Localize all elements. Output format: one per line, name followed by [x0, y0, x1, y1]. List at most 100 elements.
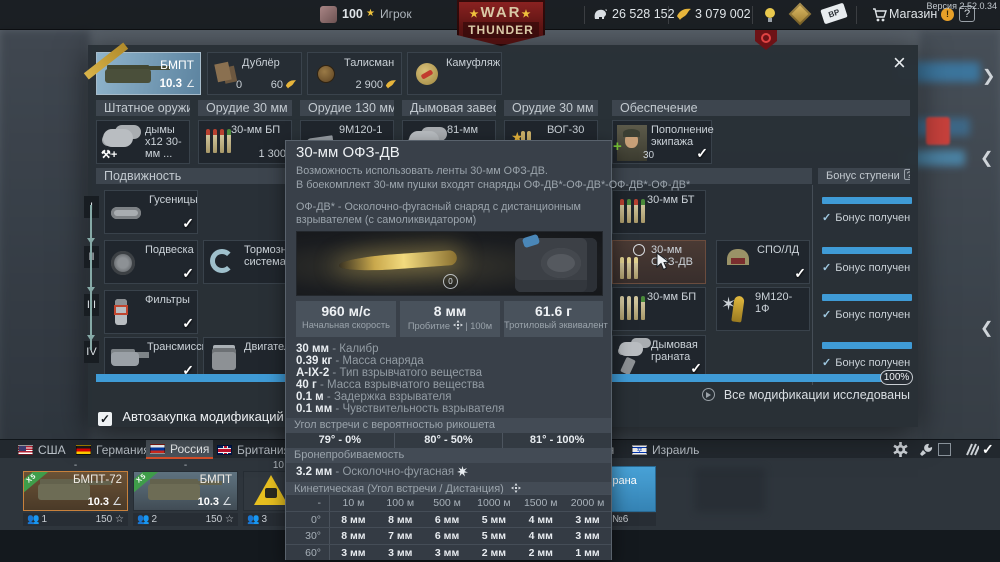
mod-smoke-grenade[interactable]: Дымовая граната ✓ [612, 335, 706, 379]
tank-silhouette [148, 484, 200, 500]
autobuy-label: Автозакупка модификаций [122, 409, 283, 424]
wrench-checkbox[interactable] [938, 443, 951, 456]
wrench-icon[interactable] [919, 443, 933, 457]
fuze-dial-icon: 0 [443, 274, 458, 289]
tooltip-shell-note: ОФ-ДВ* - Осколочно-фугасный снаряд с дис… [296, 201, 598, 227]
lightbulb-icon[interactable] [764, 7, 776, 24]
bonus-received-label: ✓Бонус получен [822, 261, 910, 274]
help-icon[interactable]: ? [904, 169, 910, 180]
research-progress-value: 100% [880, 370, 913, 385]
nation-tab-russia[interactable]: Россия [146, 440, 213, 459]
golden-eagles-value: 3 079 002 [695, 7, 751, 21]
all-researched-label: Все модификации исследованы [702, 388, 910, 402]
close-button[interactable]: × [893, 53, 906, 73]
tank-silhouette [105, 69, 151, 83]
bonus-header: Бонус ступени? [818, 168, 910, 184]
nation-tab-usa[interactable]: США [14, 440, 70, 459]
slot-rank: - [133, 460, 238, 471]
cart-icon[interactable] [872, 8, 887, 22]
check-icon: ✓ [182, 215, 194, 232]
prop-mass: 0.39 кг - Масса снаряда [296, 355, 424, 367]
prop-explosive-type: A-IX-2 - Тип взрывчатого вещества [296, 367, 482, 379]
mod-crew-replenishment[interactable]: + 30 Пополнение экипажа ✓ [612, 120, 712, 164]
player-avatar[interactable] [320, 6, 337, 23]
golden-eagles-icon [676, 7, 692, 22]
gear-icon[interactable] [893, 442, 908, 457]
talisman-card[interactable]: Талисман 2 900 [307, 52, 402, 95]
eagle-icon [285, 79, 297, 90]
usa-flag-icon [18, 445, 33, 455]
decal-diamond-icon[interactable] [789, 3, 812, 26]
column-header: Орудие 30 мм [198, 100, 292, 116]
ammo-belt-icon [620, 199, 645, 223]
bonus-received-label: ✓Бонус получен [822, 356, 910, 369]
column-header: Дымовая завеса [402, 100, 496, 116]
talisman-price: 2 900 [355, 79, 383, 91]
penetration-table: -10 м100 м500 м1000 м1500 м2000 м 0°8 мм… [286, 494, 611, 560]
player-star-icon: ★ [366, 8, 375, 19]
nation-tab-germany[interactable]: Германия [72, 440, 154, 459]
spo-sensor-icon [727, 249, 749, 265]
ammo-belt-icon [206, 129, 231, 153]
tier-arrow-icon [87, 287, 95, 293]
player-level: 100 [342, 7, 363, 21]
bonus-progress-bar [822, 247, 912, 254]
camouflage-card[interactable]: Камуфляж [407, 52, 502, 95]
timer-fuze-icon [633, 244, 645, 256]
table-row: 30°8 мм7 мм6 мм5 мм4 мм3 мм [286, 527, 611, 544]
check-icon[interactable]: ✓ [982, 441, 994, 458]
plus-icon: + [613, 138, 622, 155]
transmission-icon [111, 352, 139, 366]
smoke-icon [619, 342, 643, 356]
vehicle-slot-bmpt[interactable]: X5 БМПТ 10.3 ∠ [133, 471, 238, 511]
triple-slash-icon[interactable] [963, 442, 979, 457]
column-header: Штатное оружие [96, 100, 190, 116]
war-thunder-logo: ★WAR★ THUNDER [457, 0, 545, 46]
hangar-left-blur [0, 30, 90, 450]
silver-lions-value: 26 528 152 [612, 7, 675, 21]
germany-flag-icon [76, 445, 91, 455]
bonus-progress-bar [822, 342, 912, 349]
bonus-received-label: ✓Бонус получен [822, 308, 910, 321]
prop-fuze-delay: 0.1 м - Задержка взрывателя [296, 391, 451, 403]
suspension-icon [111, 251, 135, 275]
mod-suspension[interactable]: Подвеска ✓ [104, 240, 198, 284]
mod-spo-ld[interactable]: СПО/ЛД ✓ [716, 240, 810, 284]
crew-bar-1[interactable]: 👥1 150 ☆ [23, 513, 128, 526]
war-thunder-screen: ❯ ❮ ❮ 100 ★ Игрок 26 528 152 3 079 002 B… [0, 0, 1000, 562]
prop-explosive-mass: 40 г - Масса взрывчатого вещества [296, 379, 484, 391]
doubler-count: 0 [236, 79, 242, 91]
russia-flag-icon [150, 444, 165, 454]
check-icon: ✓ [182, 315, 194, 332]
tier-connector-line [90, 205, 92, 350]
shell-image: 0 [296, 231, 603, 296]
mouse-cursor [656, 252, 670, 272]
player-name[interactable]: Игрок [380, 7, 412, 21]
grenade-icon [620, 357, 636, 376]
crew-bar-2[interactable]: 👥2 150 ☆ [133, 513, 238, 526]
camouflage-label: Камуфляж [446, 57, 500, 69]
mod-30mm-bp[interactable]: 30-мм БП [612, 287, 706, 331]
check-icon: ✓ [696, 145, 708, 162]
vehicle-slot-bmpt72[interactable]: X5 БМПТ-72 10.3 ∠ [23, 471, 128, 511]
mod-9m120-1f[interactable]: ✶ 9М120-1Ф [716, 287, 810, 331]
stat-penetration: 8 мм Пробитие | 100м [400, 301, 500, 337]
nation-tab-britain[interactable]: Британия [213, 440, 294, 459]
tier-arrow-icon [87, 238, 95, 244]
table-row: 60°3 мм3 мм3 мм2 мм2 мм1 мм [286, 544, 611, 561]
mod-30mm-bt[interactable]: 30-мм БТ [612, 190, 706, 234]
doubler-card[interactable]: Дублёр 0 60 [207, 52, 302, 95]
mod-30mm-bp-stock[interactable]: 30-мм БП 1 300 [198, 120, 292, 164]
penetration-icon [511, 483, 521, 493]
battle-pass-ticket-icon[interactable]: BP [820, 3, 847, 25]
mod-tracks[interactable]: Гусеницы ✓ [104, 190, 198, 234]
autobuy-checkbox[interactable]: ✓ Автозакупка модификаций [98, 409, 284, 426]
vehicle-card-bmpt[interactable]: БМПТ 10.3 ∠ [96, 52, 201, 95]
mod-brakes[interactable]: Тормозная система [203, 240, 297, 284]
check-icon: ✓ [182, 265, 194, 282]
bonus-progress-bar [822, 197, 912, 204]
nation-tab-israel[interactable]: ✡ Израиль [628, 440, 703, 459]
mod-filters[interactable]: Фильтры ✓ [104, 290, 198, 334]
mod-smokes[interactable]: дымы x12 30-мм ... ⚒+ [96, 120, 190, 164]
doubler-price: 60 [271, 79, 283, 91]
